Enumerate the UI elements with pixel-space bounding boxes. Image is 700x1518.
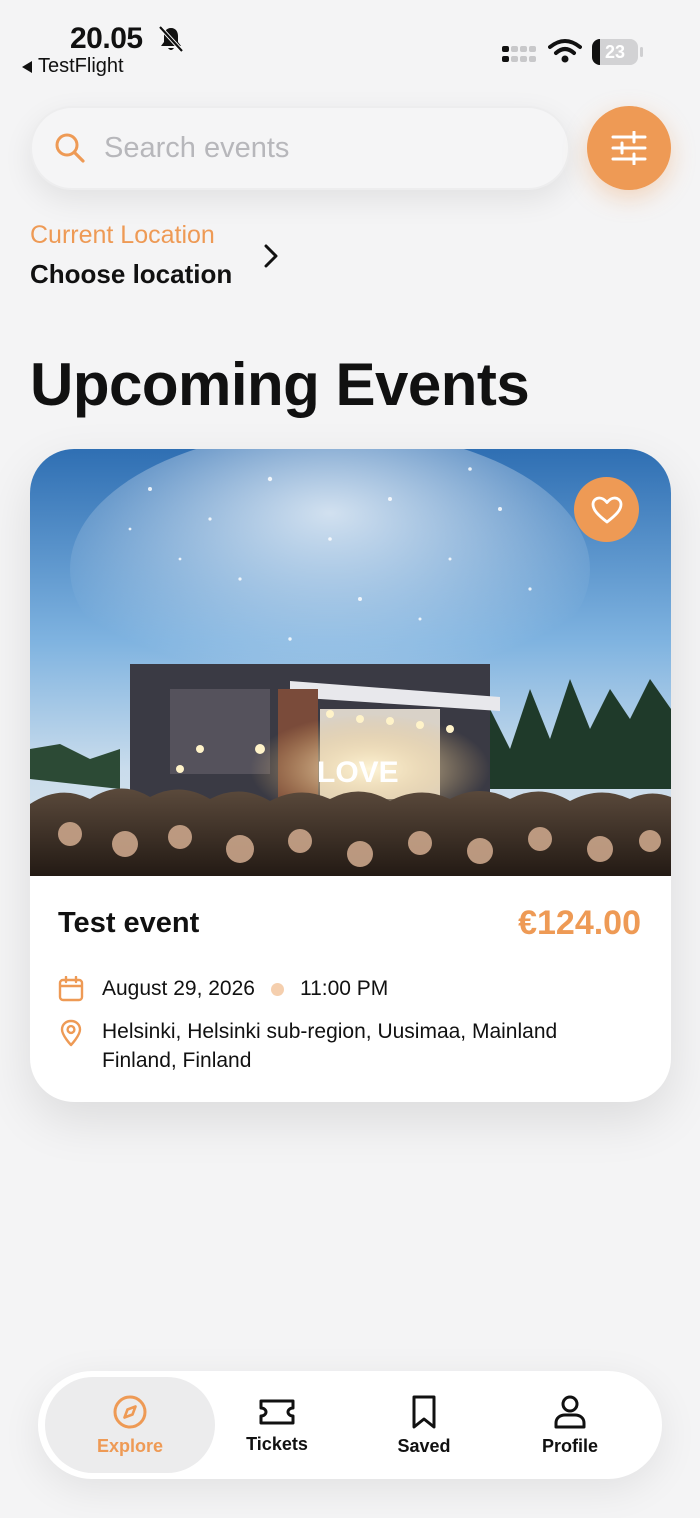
event-datetime: August 29, 2026 11:00 PM <box>58 976 388 1002</box>
event-location: Helsinki, Helsinki sub-region, Uusimaa, … <box>58 1019 612 1075</box>
calendar-icon <box>58 976 84 1002</box>
battery-nub <box>640 47 643 57</box>
event-price: €124.00 <box>518 904 641 942</box>
stage-sign-text: LOVE <box>317 756 399 789</box>
compass-icon <box>113 1395 147 1428</box>
tab-tickets[interactable]: Tickets <box>192 1377 362 1473</box>
bottom-tab-bar: Explore Tickets Saved Profile <box>38 1371 662 1479</box>
choose-location-button[interactable]: Choose location <box>30 259 232 290</box>
page-title: Upcoming Events <box>30 351 530 418</box>
tab-saved[interactable]: Saved <box>339 1377 509 1473</box>
event-date: August 29, 2026 <box>102 977 255 1000</box>
battery-level <box>592 39 600 65</box>
event-card[interactable]: LOVE Test event €124.00 August 29, 2026 … <box>30 449 671 1102</box>
back-app-label: TestFlight <box>38 55 124 77</box>
heart-icon <box>591 496 622 523</box>
map-pin-icon <box>60 1019 82 1047</box>
ticket-icon <box>259 1399 295 1424</box>
bookmark-icon <box>412 1395 436 1428</box>
back-arrow-icon <box>22 60 32 73</box>
separator-dot <box>270 982 284 996</box>
sliders-icon <box>611 131 647 165</box>
current-location-label: Current Location <box>30 221 215 249</box>
person-icon <box>554 1395 586 1428</box>
tab-profile[interactable]: Profile <box>485 1377 655 1473</box>
explore-screen: 20.05 TestFlight 23 Search events Curren… <box>0 0 700 1518</box>
tab-saved-label: Saved <box>397 1435 451 1456</box>
bell-muted-icon <box>158 25 184 53</box>
search-input[interactable]: Search events <box>104 132 289 165</box>
event-image: LOVE <box>30 449 671 876</box>
tab-explore[interactable]: Explore <box>45 1377 215 1473</box>
event-time: 11:00 PM <box>299 977 389 1000</box>
wifi-icon <box>548 39 582 63</box>
status-time: 20.05 <box>70 22 143 55</box>
back-to-testflight[interactable]: TestFlight <box>22 55 124 78</box>
signal-icon <box>502 46 536 62</box>
filter-button[interactable] <box>587 106 671 190</box>
tab-explore-label: Explore <box>96 1435 164 1456</box>
tab-profile-label: Profile <box>541 1435 598 1456</box>
chevron-right-icon[interactable] <box>262 243 280 269</box>
favorite-button[interactable] <box>574 477 639 542</box>
search-icon <box>55 133 85 163</box>
battery-indicator: 23 <box>592 39 638 65</box>
event-title: Test event <box>58 907 200 939</box>
event-place: Helsinki, Helsinki sub-region, Uusimaa, … <box>102 1020 558 1072</box>
search-bar[interactable]: Search events <box>30 106 570 190</box>
battery-percent: 23 <box>604 41 626 62</box>
tab-tickets-label: Tickets <box>246 1433 308 1454</box>
